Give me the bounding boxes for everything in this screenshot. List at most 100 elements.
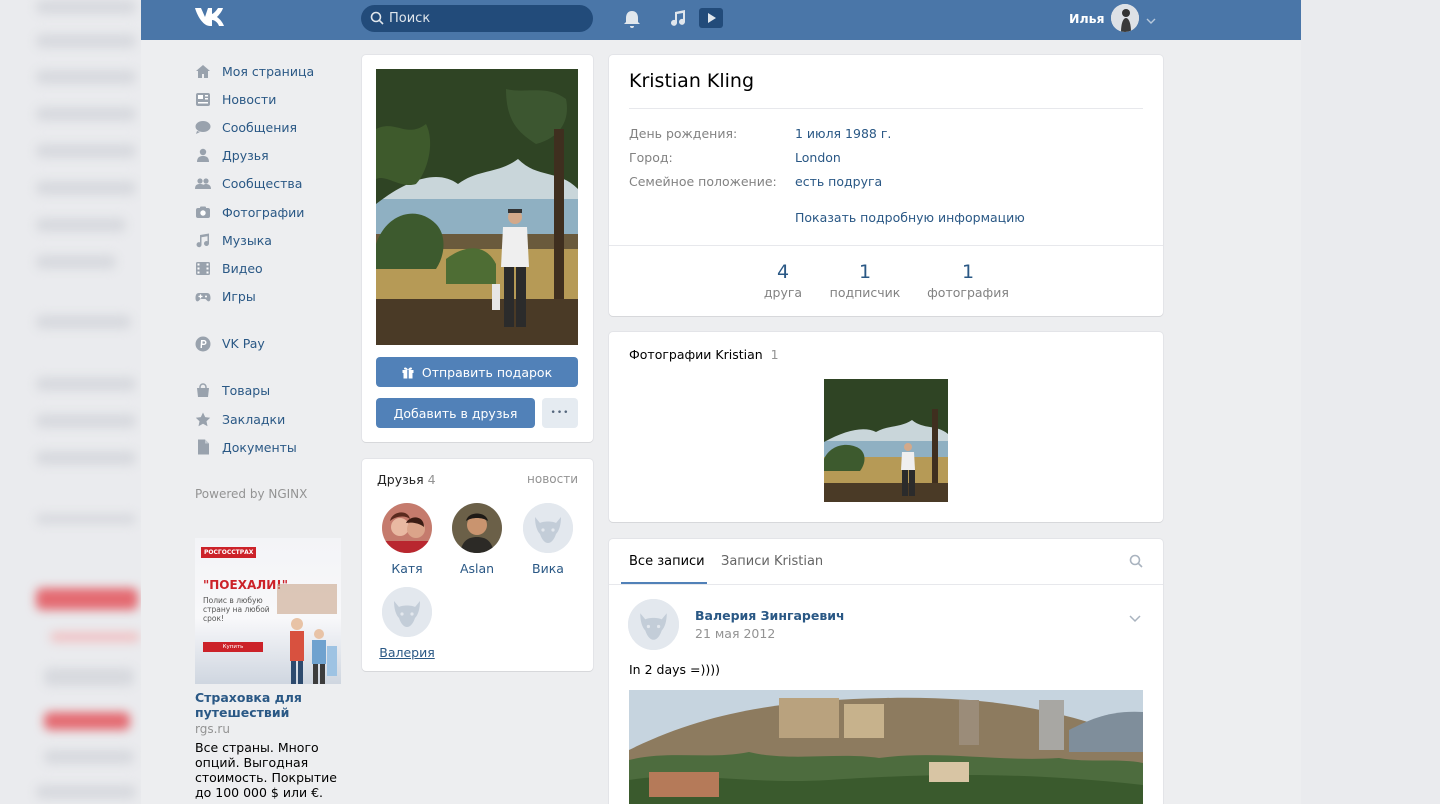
- background-blur-left: [0, 0, 141, 804]
- search-bar: [361, 5, 593, 32]
- add-friend-button[interactable]: Добавить в друзья: [376, 398, 535, 428]
- post-author-name[interactable]: Валерия Зингаревич: [695, 608, 845, 623]
- tab-owner-posts[interactable]: Записи Kristian: [721, 554, 823, 569]
- friends-news-link[interactable]: новости: [527, 472, 578, 486]
- bell-icon[interactable]: [623, 9, 641, 32]
- send-gift-label: Отправить подарок: [421, 364, 553, 380]
- friend-avatar: [382, 503, 432, 553]
- friend-item-katya[interactable]: Катя: [372, 503, 442, 576]
- sidebar-item-label: Новости: [222, 91, 277, 107]
- photos-title: Фотографии Kristian: [629, 347, 763, 362]
- post-text: In 2 days =)))): [629, 662, 720, 677]
- post-date[interactable]: 21 мая 2012: [695, 626, 775, 641]
- sidebar-item-friends[interactable]: Друзья: [194, 142, 344, 170]
- search-icon: [370, 11, 384, 28]
- sidebar-item-bookmarks[interactable]: Закладки: [194, 405, 344, 433]
- sidebar-item-label: Моя страница: [222, 63, 315, 79]
- counter-followers[interactable]: 1 подписчик: [820, 261, 910, 300]
- show-more-info-link[interactable]: Показать подробную информацию: [795, 210, 1025, 225]
- friends-title: Друзья: [377, 472, 424, 487]
- ad-brand: РОСГОССТРАХ: [201, 547, 257, 558]
- left-menu: Моя страница Новости Сообщения Друзья Со…: [194, 57, 344, 461]
- sidebar-item-news[interactable]: Новости: [194, 85, 344, 113]
- send-gift-button[interactable]: Отправить подарок: [376, 357, 578, 387]
- info-value[interactable]: есть подруга: [795, 174, 882, 189]
- sidebar-item-goods[interactable]: Товары: [194, 377, 344, 405]
- info-value[interactable]: 1 июля 1988 г.: [795, 126, 891, 141]
- divider: [629, 108, 1143, 109]
- ad-family-illustration: [277, 584, 337, 684]
- ad-block[interactable]: РОСГОССТРАХ "ПОЕХАЛИ!" Полис в любую стр…: [195, 538, 341, 800]
- gamepad-icon: [194, 288, 211, 305]
- chevron-down-icon[interactable]: [1146, 13, 1156, 28]
- sidebar-item-photos[interactable]: Фотографии: [194, 198, 344, 226]
- sidebar-item-label: Игры: [222, 289, 256, 305]
- friend-name: Валерия: [379, 645, 435, 660]
- active-tab-indicator: [621, 582, 707, 584]
- current-user-avatar[interactable]: [1111, 4, 1139, 32]
- messages-icon: [194, 119, 211, 136]
- ad-cta-button[interactable]: Купить: [203, 642, 263, 652]
- menu-separator: [194, 358, 344, 377]
- photos-header[interactable]: Фотографии Kristian 1: [629, 347, 779, 362]
- ad-subtext: Полис в любую страну на любой срок!: [203, 596, 270, 623]
- info-label: День рождения:: [629, 126, 738, 141]
- sidebar-item-music[interactable]: Музыка: [194, 226, 344, 254]
- tab-all-posts[interactable]: Все записи: [629, 554, 705, 569]
- music-icon: [194, 232, 211, 249]
- vk-logo[interactable]: [194, 6, 230, 32]
- sidebar-item-label: VK Pay: [222, 336, 265, 352]
- powered-by-text: Powered by NGINX: [195, 487, 308, 501]
- vkpay-icon: [194, 335, 211, 352]
- wall-tabs: Все записи Записи Kristian: [609, 539, 1163, 585]
- news-icon: [194, 91, 211, 108]
- photos-count: 1: [770, 347, 779, 362]
- sidebar-item-my-page[interactable]: Моя страница: [194, 57, 344, 85]
- groups-icon: [194, 175, 211, 192]
- vk-logo-icon: [195, 8, 224, 26]
- background-blur-right: [1301, 0, 1440, 804]
- counter-number: 1: [961, 261, 975, 283]
- profile-photo[interactable]: [376, 69, 578, 345]
- sidebar-item-games[interactable]: Игры: [194, 283, 344, 311]
- sidebar-item-label: Закладки: [222, 411, 286, 427]
- friend-item-valeriya[interactable]: Валерия: [372, 587, 442, 660]
- current-user-name[interactable]: Илья: [1069, 11, 1105, 26]
- sidebar-item-documents[interactable]: Документы: [194, 433, 344, 461]
- friend-name: Вика: [532, 561, 564, 576]
- photo-thumbnail[interactable]: [824, 379, 948, 502]
- play-icon[interactable]: [699, 8, 723, 31]
- camera-icon: [194, 204, 211, 221]
- counter-photos[interactable]: 1 фотография: [923, 261, 1013, 300]
- friend-icon: [194, 147, 211, 164]
- counter-number: 4: [776, 261, 790, 283]
- sidebar-item-groups[interactable]: Сообщества: [194, 170, 344, 198]
- post-author-avatar[interactable]: [628, 599, 679, 650]
- friends-header[interactable]: Друзья 4: [377, 472, 436, 487]
- wall-search-icon[interactable]: [1129, 554, 1143, 571]
- search-input[interactable]: [389, 5, 585, 32]
- sidebar-item-label: Музыка: [222, 232, 272, 248]
- sidebar-item-messages[interactable]: Сообщения: [194, 113, 344, 141]
- ad-title[interactable]: Страховка для путешествий: [195, 690, 341, 720]
- friend-item-aslan[interactable]: Aslan: [442, 503, 512, 576]
- counter-friends[interactable]: 4 друга: [738, 261, 828, 300]
- info-label: Город:: [629, 150, 673, 165]
- music-note-icon[interactable]: [669, 9, 687, 32]
- top-header: Илья: [141, 0, 1301, 40]
- more-actions-button[interactable]: •••: [542, 398, 578, 428]
- ad-image[interactable]: РОСГОССТРАХ "ПОЕХАЛИ!" Полис в любую стр…: [195, 538, 341, 684]
- friend-item-vika[interactable]: Вика: [513, 503, 583, 576]
- info-value[interactable]: London: [795, 150, 841, 165]
- sidebar-item-video[interactable]: Видео: [194, 254, 344, 282]
- post-menu-chevron-icon[interactable]: [1129, 611, 1141, 626]
- home-icon: [194, 63, 211, 80]
- sidebar-item-vk-pay[interactable]: VK Pay: [194, 330, 344, 358]
- profile-name: Kristian Kling: [629, 70, 755, 92]
- post-image[interactable]: [629, 690, 1143, 804]
- friends-card: Друзья 4 новости Катя Aslan Вика Валерия: [362, 459, 593, 671]
- wall-card: Все записи Записи Kristian Валерия Зинга…: [609, 539, 1163, 804]
- sidebar-item-label: Фотографии: [222, 204, 305, 220]
- friend-avatar: [382, 587, 432, 637]
- counter-label: подписчик: [829, 285, 901, 300]
